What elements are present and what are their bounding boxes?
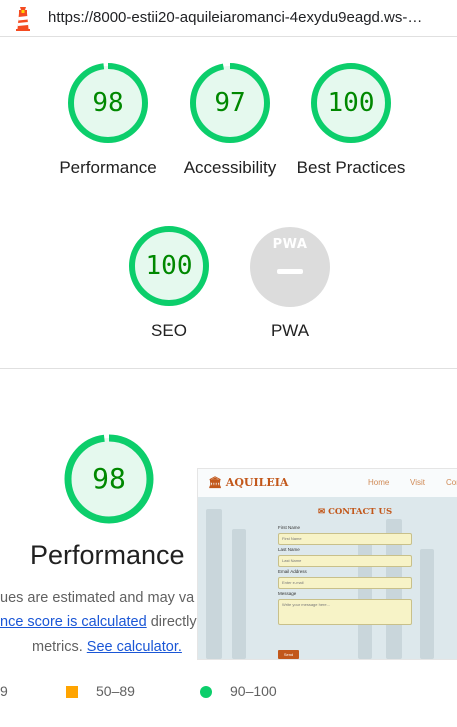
best-practices-gauge[interactable]: 100 (310, 62, 392, 144)
thumbnail-field-label: Email Address (278, 569, 307, 574)
pass-circle-icon (200, 686, 212, 698)
score-note: nce score is calculated directly (0, 612, 197, 632)
accessibility-label: Accessibility (183, 158, 277, 177)
address-bar[interactable]: https://8000-estii20-aquileiaromanci-4ex… (0, 0, 457, 37)
pwa-label: PWA (270, 321, 310, 340)
legend-average-range: 50–89 (96, 683, 135, 699)
lighthouse-icon (16, 7, 30, 31)
pwa-badge-text: PWA (272, 237, 308, 252)
url-text: https://8000-estii20-aquileiaromanci-4ex… (48, 9, 423, 26)
estimate-note: ues are estimated and may va (0, 590, 195, 606)
thumbnail-nav-visit: Visit (410, 478, 425, 487)
seo-score: 100 (145, 251, 193, 281)
performance-label: Performance (59, 158, 157, 177)
average-square-icon (66, 686, 78, 698)
metrics-text: metrics. (32, 639, 87, 655)
thumbnail-contact-form: ✉ CONTACT US First Name First Name Last … (268, 503, 418, 659)
column-shape (420, 549, 434, 659)
best-practices-score: 100 (327, 88, 375, 118)
thumbnail-field: Enter e-mail (278, 577, 412, 589)
see-calculator-link[interactable]: See calculator. (87, 639, 182, 655)
thumbnail-contact-title: ✉ CONTACT US (318, 507, 393, 517)
column-shape (206, 509, 222, 659)
score-note-rest: directly (146, 614, 197, 630)
metrics-note: metrics. See calculator. (32, 637, 182, 657)
thumbnail-field-label: First Name (278, 525, 301, 530)
performance-detail-gauge: 98 (63, 433, 155, 525)
performance-detail-score: 98 (92, 462, 126, 495)
legend-fail-range: 9 (0, 683, 8, 699)
thumbnail-field-label: Message (278, 591, 297, 596)
performance-title: Performance (30, 540, 185, 570)
final-screenshot-thumbnail[interactable]: 🏛 AQUILEIA Home Visit Con ✉ CONTACT US F… (197, 468, 457, 660)
pwa-badge[interactable]: PWA (250, 227, 330, 307)
thumbnail-message-area: Write your message here... (278, 599, 412, 625)
performance-score: 98 (92, 88, 124, 118)
section-divider (0, 368, 457, 369)
seo-label: SEO (151, 321, 187, 340)
thumbnail-nav-contact: Con (446, 478, 457, 487)
best-practices-label: Best Practices (296, 158, 406, 177)
thumbnail-navbar: 🏛 AQUILEIA Home Visit Con (198, 469, 457, 497)
accessibility-score: 97 (214, 88, 246, 118)
thumbnail-field-label: Last Name (278, 547, 300, 552)
pwa-dash-icon (277, 269, 303, 274)
performance-gauge[interactable]: 98 (67, 62, 149, 144)
thumbnail-send-button: Send (278, 650, 299, 659)
legend-pass-range: 90–100 (230, 683, 277, 699)
thumbnail-nav-home: Home (368, 478, 390, 487)
thumbnail-field: First Name (278, 533, 412, 545)
thumbnail-brand: 🏛 AQUILEIA (208, 476, 289, 489)
seo-gauge[interactable]: 100 (128, 225, 210, 307)
thumbnail-field: Last Name (278, 555, 412, 567)
accessibility-gauge[interactable]: 97 (189, 62, 271, 144)
score-calculated-link[interactable]: nce score is calculated (0, 614, 147, 630)
column-shape (232, 529, 246, 659)
